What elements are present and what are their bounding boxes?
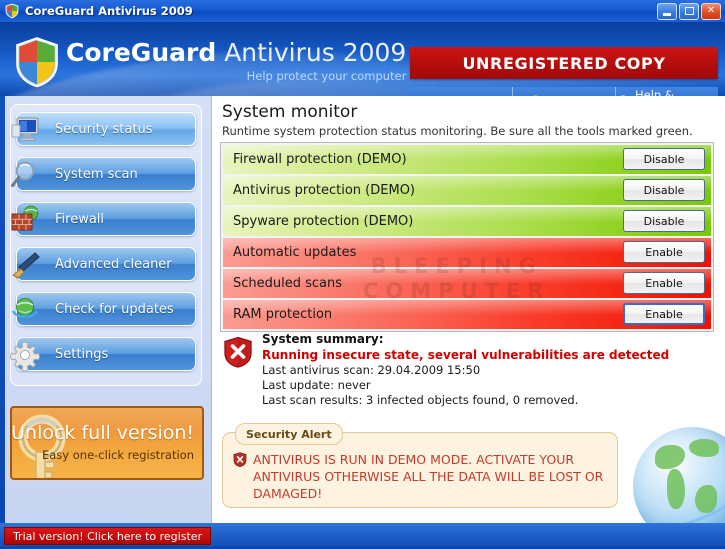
page-subtitle: Runtime system protection status monitor… xyxy=(222,124,693,138)
sidebar-item-firewall[interactable]: Firewall xyxy=(11,202,196,236)
sidebar-item-label: System scan xyxy=(55,166,138,182)
monitor-row-label: Spyware protection (DEMO) xyxy=(233,214,414,229)
sidebar-item-settings[interactable]: Settings xyxy=(9,337,196,372)
brand-title-light: Antivirus 2009 xyxy=(224,38,407,67)
magnifier-icon xyxy=(9,159,43,191)
sidebar-item-advanced-cleaner[interactable]: Advanced cleaner xyxy=(12,247,196,281)
monitor-row-label: Antivirus protection (DEMO) xyxy=(233,183,415,198)
monitor-row-label: Scheduled scans xyxy=(233,276,343,291)
brand-shield-icon xyxy=(14,36,60,88)
app-header-banner: CoreGuard Antivirus 2009 Help protect yo… xyxy=(0,22,725,96)
sidebar-item-label: Security status xyxy=(55,121,153,137)
window-controls: ✕ xyxy=(657,2,721,20)
brand-title-bold: CoreGuard xyxy=(66,38,217,67)
brand-text: CoreGuard Antivirus 2009 Help protect yo… xyxy=(66,38,406,83)
nav-tab-update[interactable]: Update xyxy=(410,87,513,96)
summary-heading: System summary: xyxy=(262,332,384,346)
brand-title: CoreGuard Antivirus 2009 xyxy=(66,38,406,68)
broom-icon xyxy=(9,249,43,281)
monitor-row: Automatic updates Enable xyxy=(223,238,711,267)
nav-tab-help-support[interactable]: ? Help & Support xyxy=(616,87,718,96)
sidebar-item-security-status[interactable]: Security status xyxy=(11,112,196,146)
toggle-button[interactable]: Disable xyxy=(623,148,705,170)
monitor-row: RAM protection Enable xyxy=(223,300,711,329)
security-alert-body: ANTIVIRUS IS RUN IN DEMO MODE. ACTIVATE … xyxy=(233,451,609,502)
shield-error-icon xyxy=(223,336,253,368)
minimize-button[interactable] xyxy=(657,2,677,20)
window-title: CoreGuard Antivirus 2009 xyxy=(25,4,193,18)
nav-tab-register[interactable]: Register xyxy=(513,87,616,96)
title-bar: CoreGuard Antivirus 2009 ✕ xyxy=(0,0,725,22)
sidebar-item-label: Check for updates xyxy=(55,301,174,317)
summary-last-scan: Last antivirus scan: 29.04.2009 15:50 xyxy=(262,363,481,377)
close-icon: ✕ xyxy=(706,5,716,16)
summary-warning: Running insecure state, several vulnerab… xyxy=(262,348,670,362)
window-shield-icon xyxy=(4,3,20,19)
main-content: System monitor Runtime system protection… xyxy=(213,96,725,523)
toggle-button[interactable]: Enable xyxy=(623,241,705,263)
sidebar-item-label: Settings xyxy=(55,346,109,362)
promo-title: Unlock full version! xyxy=(11,422,194,444)
security-alert-box: Security Alert ANTIVIRUS IS RUN IN DEMO … xyxy=(222,423,618,508)
page-title: System monitor xyxy=(222,102,358,122)
application-window: CoreGuard Antivirus 2009 ✕ CoreGuard Ant… xyxy=(0,0,725,549)
brand-tagline: Help protect your computer xyxy=(246,69,407,83)
monitor-icon xyxy=(9,114,43,146)
shield-warning-icon xyxy=(233,452,247,468)
security-alert-message: ANTIVIRUS IS RUN IN DEMO MODE. ACTIVATE … xyxy=(253,452,604,501)
sidebar-item-label: Advanced cleaner xyxy=(55,256,172,272)
monitor-row: Firewall protection (DEMO) Disable xyxy=(223,145,711,174)
system-summary-text: System summary: Running insecure state, … xyxy=(262,332,669,408)
monitor-row-label: Firewall protection (DEMO) xyxy=(233,152,407,167)
summary-last-results: Last scan results: 3 infected objects fo… xyxy=(262,393,579,407)
promo-subtitle: Easy one-click registration xyxy=(41,448,194,462)
monitor-row: Antivirus protection (DEMO) Disable xyxy=(223,176,711,205)
sidebar-left-stripe xyxy=(0,96,5,523)
gear-icon xyxy=(9,339,43,372)
nav-tab-help-label: Help & Support xyxy=(635,87,674,97)
summary-last-update: Last update: never xyxy=(262,378,371,392)
unregistered-copy-banner: UNREGISTERED COPY xyxy=(410,47,718,79)
globe-refresh-icon xyxy=(9,294,43,326)
sidebar-item-label: Firewall xyxy=(55,211,105,227)
monitor-row: Scheduled scans Enable xyxy=(223,269,711,298)
sidebar-item-system-scan[interactable]: System scan xyxy=(10,157,196,191)
toggle-button[interactable]: Disable xyxy=(623,179,705,201)
maximize-icon xyxy=(680,4,698,19)
close-button[interactable]: ✕ xyxy=(701,2,721,20)
trial-version-register-link[interactable]: Trial version! Click here to register xyxy=(4,527,211,545)
toggle-button[interactable]: Disable xyxy=(623,210,705,232)
brick-wall-globe-icon xyxy=(9,204,43,236)
toggle-button[interactable]: Enable xyxy=(623,303,705,325)
security-alert-legend: Security Alert xyxy=(235,423,343,445)
system-monitor-list: Firewall protection (DEMO) Disable Antiv… xyxy=(220,142,714,332)
sidebar: Security status System scan Firewall Adv… xyxy=(0,96,212,523)
sidebar-item-check-for-updates[interactable]: Check for updates xyxy=(11,292,196,326)
maximize-button[interactable] xyxy=(679,2,699,20)
unlock-full-version-promo[interactable]: Unlock full version! Easy one-click regi… xyxy=(10,406,204,480)
system-summary: System summary: Running insecure state, … xyxy=(223,332,693,408)
body-area: Security status System scan Firewall Adv… xyxy=(0,96,725,523)
monitor-row: Spyware protection (DEMO) Disable xyxy=(223,207,711,236)
minimize-icon xyxy=(658,4,676,19)
globe-image xyxy=(633,427,725,523)
monitor-row-label: Automatic updates xyxy=(233,245,357,260)
toggle-button[interactable]: Enable xyxy=(623,272,705,294)
monitor-row-label: RAM protection xyxy=(233,307,333,322)
header-nav-tabs: Update Register ? xyxy=(410,87,718,96)
